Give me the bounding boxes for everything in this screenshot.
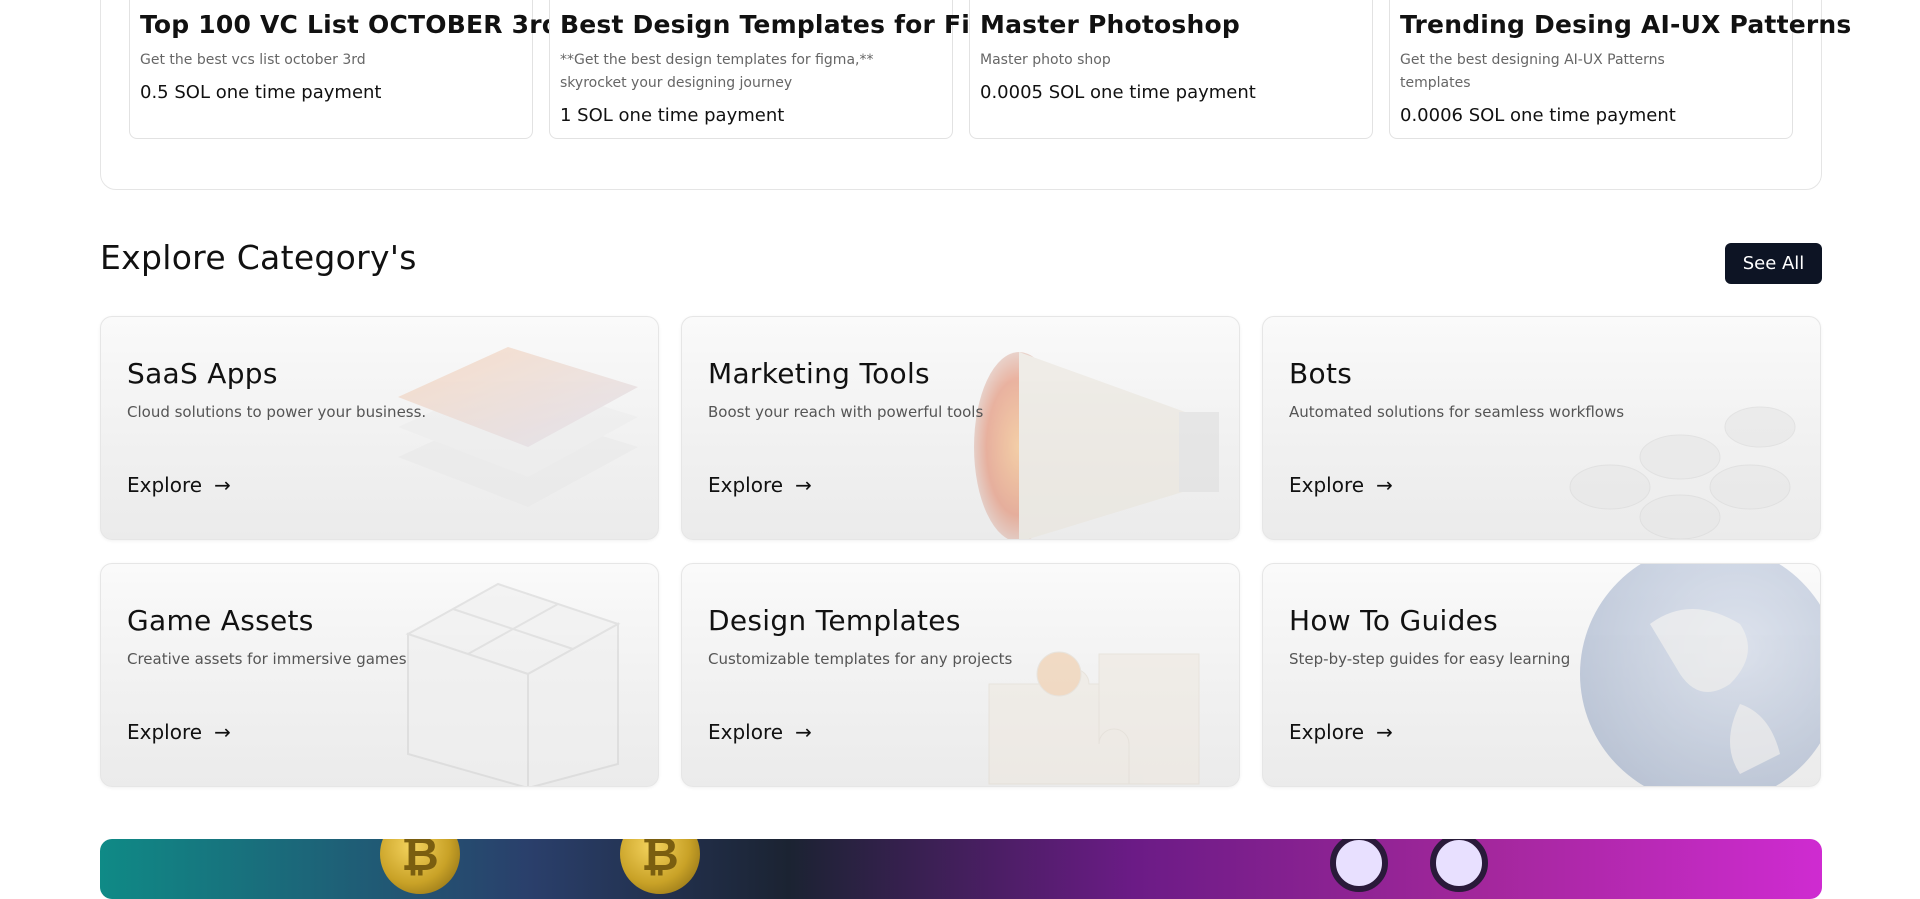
product-desc: Master photo shop [980,52,1111,68]
arrow-right-icon: → [795,720,812,744]
bitcoin-coin-icon: ₿ [380,839,460,894]
explore-label: Explore [708,473,784,497]
product-price: 0.0005 SOL one time payment [980,82,1256,103]
section-title: Explore Category's [100,238,417,277]
product-title: Top 100 VC List OCTOBER 3rd [140,10,560,39]
category-desc: Automated solutions for seamless workflo… [1289,403,1625,421]
category-card-game-assets[interactable]: Game Assets Creative assets for immersiv… [100,563,659,787]
category-desc: Customizable templates for any projects [708,650,1013,668]
globe-icon [1580,564,1820,786]
arrow-right-icon: → [214,720,231,744]
explore-link[interactable]: Explore → [1289,473,1393,497]
product-title: Best Design Templates for Figma [560,10,1032,39]
product-card[interactable]: Trending Desing AI-UX Patterns Get the b… [1389,0,1852,139]
product-price: 0.0006 SOL one time payment [1400,105,1676,126]
explore-link[interactable]: Explore → [708,473,812,497]
product-title: Master Photoshop [980,10,1240,39]
category-title: How To Guides [1289,604,1499,637]
explore-label: Explore [1289,720,1365,744]
category-desc: Boost your reach with powerful tools [708,403,984,421]
explore-link[interactable]: Explore → [127,720,231,744]
category-title: Design Templates [708,604,961,637]
product-price: 0.5 SOL one time payment [140,82,382,103]
arrow-right-icon: → [795,473,812,497]
product-card[interactable]: Top 100 VC List OCTOBER 3rd Get the best… [129,0,560,139]
category-title: Game Assets [127,604,314,637]
layers-icon [398,347,638,507]
see-all-button[interactable]: See All [1725,243,1822,284]
category-desc: Cloud solutions to power your business. [127,403,427,421]
arrow-right-icon: → [1376,473,1393,497]
promo-banner[interactable]: ₿ ₿ [100,839,1822,899]
explore-label: Explore [127,473,203,497]
product-desc: Get the best designing AI-UX Patterns te… [1400,52,1665,91]
category-card-marketing-tools[interactable]: Marketing Tools Boost your reach with po… [681,316,1240,540]
explore-label: Explore [708,720,784,744]
category-card-how-to-guides[interactable]: How To Guides Step-by-step guides for ea… [1262,563,1821,787]
product-price: 1 SOL one time payment [560,105,785,126]
explore-label: Explore [1289,473,1365,497]
category-card-design-templates[interactable]: Design Templates Customizable templates … [681,563,1240,787]
category-desc: Step-by-step guides for easy learning [1289,650,1571,668]
category-desc: Creative assets for immersive games [127,650,407,668]
explore-link[interactable]: Explore → [708,720,812,744]
hexagon-icon [1569,406,1796,539]
puzzle-icon [988,651,1200,785]
product-desc: **Get the best design templates for figm… [560,52,874,91]
category-title: Bots [1289,357,1353,390]
explore-link[interactable]: Explore → [127,473,231,497]
cartoon-eye-icon [1430,839,1488,892]
bitcoin-coin-icon: ₿ [620,839,700,894]
arrow-right-icon: → [214,473,231,497]
product-desc: Get the best vcs list october 3rd [140,52,366,68]
cartoon-eye-icon [1330,839,1388,892]
product-card[interactable]: Best Design Templates for Figma **Get th… [549,0,1032,139]
category-title: SaaS Apps [127,357,278,390]
cube-icon [405,582,621,786]
product-title: Trending Desing AI-UX Patterns [1400,10,1852,39]
category-title: Marketing Tools [708,357,930,390]
products-panel: Top 100 VC List OCTOBER 3rd Get the best… [100,0,1852,190]
megaphone-icon [974,352,1219,539]
arrow-right-icon: → [1376,720,1393,744]
explore-label: Explore [127,720,203,744]
explore-link[interactable]: Explore → [1289,720,1393,744]
category-card-saas-apps[interactable]: SaaS Apps Cloud solutions to power your … [100,316,659,540]
product-card[interactable]: Master Photoshop Master photo shop 0.000… [969,0,1373,139]
category-card-bots[interactable]: Bots Automated solutions for seamless wo… [1262,316,1821,540]
